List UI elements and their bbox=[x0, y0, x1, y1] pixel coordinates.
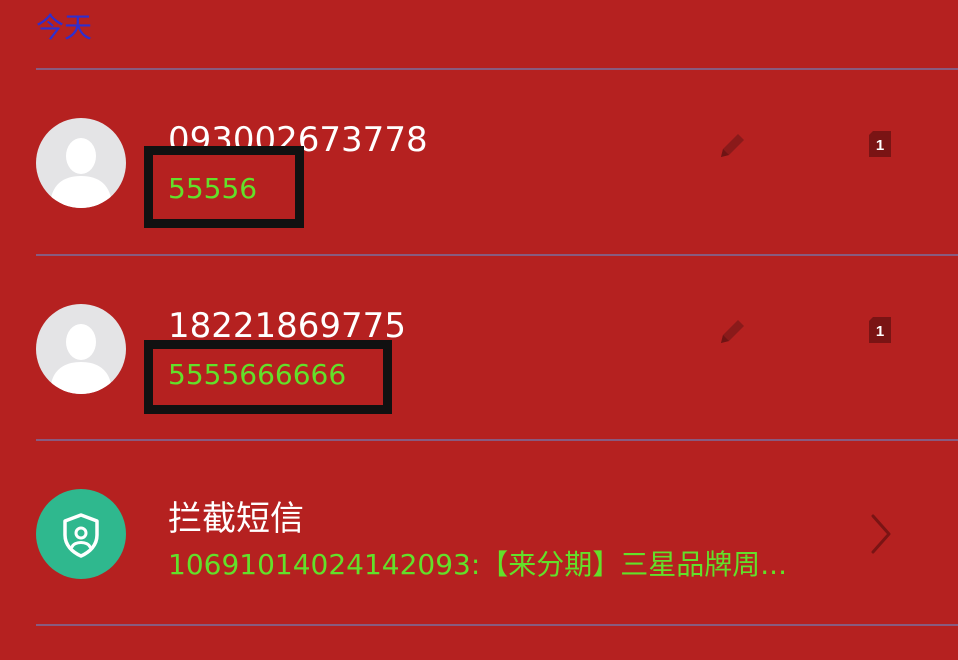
pencil-icon[interactable] bbox=[716, 314, 750, 348]
sim-number: 1 bbox=[876, 137, 884, 154]
divider bbox=[36, 624, 958, 626]
redaction-box bbox=[144, 146, 304, 228]
sim-card-icon: 1 bbox=[869, 131, 891, 157]
person-avatar-icon bbox=[50, 138, 112, 208]
person-avatar-icon bbox=[50, 324, 112, 394]
conversation-row[interactable]: 093002673778 55556 1 bbox=[0, 70, 958, 255]
pencil-icon[interactable] bbox=[716, 128, 750, 162]
sim-number: 1 bbox=[876, 323, 884, 340]
conversation-row[interactable]: 18221869775 5555666666 1 bbox=[0, 256, 958, 441]
blocked-messages-title: 拦截短信 bbox=[168, 499, 304, 539]
avatar bbox=[36, 304, 126, 394]
avatar bbox=[36, 118, 126, 208]
chevron-right-icon[interactable] bbox=[868, 512, 894, 556]
avatar bbox=[36, 489, 126, 579]
shield-user-icon bbox=[63, 513, 99, 558]
blocked-message-snippet: 10691014024142093:【来分期】三星品牌周... bbox=[168, 548, 787, 581]
blocked-messages-row[interactable]: 拦截短信 10691014024142093:【来分期】三星品牌周... bbox=[0, 441, 958, 626]
section-header-today: 今天 bbox=[36, 11, 93, 44]
redaction-box bbox=[144, 340, 392, 414]
sim-card-icon: 1 bbox=[869, 317, 891, 343]
